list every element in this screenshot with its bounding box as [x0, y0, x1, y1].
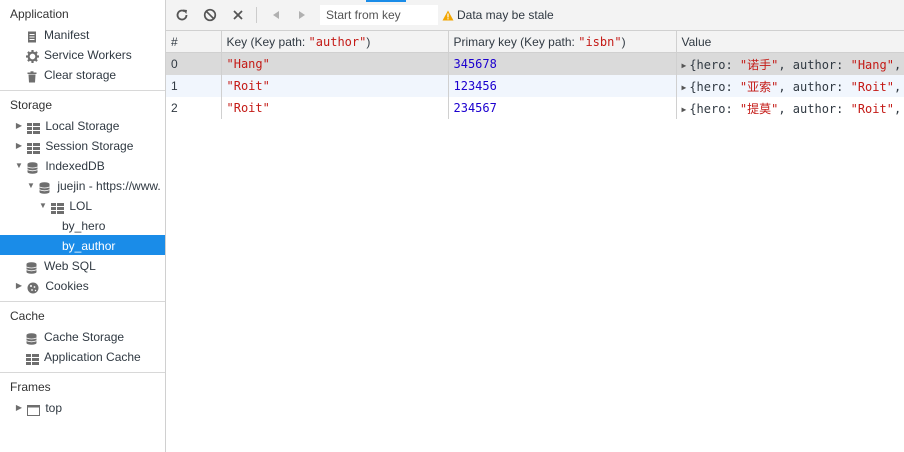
cookie-icon — [27, 280, 41, 294]
cell-primary-key: 234567 — [448, 97, 677, 119]
database-icon — [26, 260, 40, 274]
expand-arrow-icon[interactable]: ▶ — [682, 61, 687, 70]
sidebar-item-label: Clear storage — [44, 67, 117, 82]
expand-arrow-icon[interactable]: ▶ — [14, 116, 24, 136]
sidebar-item-service-workers[interactable]: Service Workers — [0, 44, 165, 64]
sidebar-item-label: Web SQL — [44, 258, 96, 273]
toolbar-separator — [256, 7, 257, 23]
sidebar-item-index-by-author[interactable]: by_author — [0, 235, 165, 255]
sidebar-item-top-frame[interactable]: ▶ top — [0, 397, 165, 417]
sidebar-item-label: LOL — [69, 198, 93, 213]
sidebar-item-cookies[interactable]: ▶ Cookies — [0, 275, 165, 295]
next-page-icon[interactable] — [294, 7, 310, 23]
section-title-cache: Cache — [10, 309, 45, 323]
cell-index: 2 — [166, 97, 222, 119]
grid-icon — [27, 120, 41, 134]
warning-icon — [442, 10, 454, 21]
cell-key: "Roit" — [221, 75, 449, 97]
section-title-frames: Frames — [10, 380, 51, 394]
sidebar-item-database[interactable]: ▼ juejin - https://www. — [0, 175, 165, 195]
database-icon — [26, 331, 40, 345]
table-row[interactable]: 0 "Hang" 345678 ▶ {hero: "诺手", author: "H… — [166, 52, 904, 75]
previous-page-icon[interactable] — [268, 7, 284, 23]
sidebar-item-label: top — [45, 400, 63, 415]
cell-value[interactable]: ▶ {hero: "亚索", author: "Roit", — [676, 75, 904, 97]
column-header-primary-key[interactable]: Primary key (Key path: "isbn") — [448, 31, 677, 53]
header-row: # Key (Key path: "author") Primary key (… — [166, 31, 904, 53]
sidebar-item-label: IndexedDB — [45, 158, 105, 173]
start-from-key-input[interactable] — [320, 5, 438, 25]
collapse-arrow-icon[interactable]: ▼ — [26, 176, 36, 196]
sidebar-item-manifest[interactable]: Manifest — [0, 24, 165, 44]
sidebar-item-label: Session Storage — [45, 138, 134, 153]
toolbar: Data may be stale — [166, 0, 904, 31]
trash-icon — [26, 69, 40, 83]
expand-arrow-icon[interactable]: ▶ — [14, 398, 24, 418]
cell-value[interactable]: ▶ {hero: "诺手", author: "Hang", — [676, 52, 904, 75]
sidebar-item-label: Service Workers — [44, 47, 132, 62]
main-panel: Data may be stale # Key (Key path: "auth… — [166, 0, 904, 452]
column-header-key[interactable]: Key (Key path: "author") — [221, 31, 449, 53]
sidebar-item-web-sql[interactable]: Web SQL — [0, 255, 165, 275]
cell-primary-key: 345678 — [448, 52, 677, 75]
table-row[interactable]: 2 "Roit" 234567 ▶ {hero: "提莫", author: "R… — [166, 97, 904, 119]
stale-warning: Data may be stale — [442, 7, 554, 23]
grid-icon — [26, 351, 40, 365]
collapse-arrow-icon[interactable]: ▼ — [38, 196, 48, 216]
gear-icon — [26, 49, 40, 63]
database-icon — [27, 160, 41, 174]
database-icon — [39, 180, 53, 194]
grid-icon — [51, 200, 65, 214]
frame-icon — [27, 402, 41, 416]
section-title-application: Application — [10, 7, 69, 21]
sidebar-item-label: Application Cache — [44, 349, 141, 364]
sidebar-item-cache-storage[interactable]: Cache Storage — [0, 326, 165, 346]
sidebar-item-clear-storage[interactable]: Clear storage — [0, 64, 165, 84]
sidebar-item-label: Manifest — [44, 27, 90, 42]
sidebar-item-label: Local Storage — [45, 118, 120, 133]
stale-warning-text: Data may be stale — [457, 8, 554, 22]
column-header-index[interactable]: # — [166, 31, 222, 53]
sidebar-item-label: juejin - https://www. — [57, 178, 161, 193]
cell-value[interactable]: ▶ {hero: "提莫", author: "Roit", — [676, 97, 904, 119]
column-header-value[interactable]: Value — [676, 31, 904, 53]
sidebar-item-label: Cache Storage — [44, 329, 125, 344]
section-title-storage: Storage — [10, 98, 53, 112]
data-grid: # Key (Key path: "author") Primary key (… — [166, 31, 904, 119]
cell-key: "Hang" — [221, 52, 449, 75]
sidebar-item-label: Cookies — [45, 278, 89, 293]
table-row[interactable]: 1 "Roit" 123456 ▶ {hero: "亚索", author: "R… — [166, 75, 904, 97]
sidebar: Application Manifest Service Workers Cle… — [0, 0, 166, 452]
divider — [0, 90, 165, 91]
collapse-arrow-icon[interactable]: ▼ — [14, 156, 24, 176]
clear-icon[interactable] — [202, 7, 218, 23]
cell-key: "Roit" — [221, 97, 449, 119]
sidebar-item-local-storage[interactable]: ▶ Local Storage — [0, 115, 165, 135]
sidebar-item-index-by-hero[interactable]: by_hero — [0, 215, 165, 235]
cell-index: 0 — [166, 52, 222, 75]
sidebar-item-application-cache[interactable]: Application Cache — [0, 346, 165, 366]
sidebar-item-label: by_author — [62, 238, 116, 253]
document-icon — [26, 29, 40, 43]
sidebar-item-object-store[interactable]: ▼ LOL — [0, 195, 165, 215]
sidebar-item-indexeddb[interactable]: ▼ IndexedDB — [0, 155, 165, 175]
expand-arrow-icon[interactable]: ▶ — [682, 105, 687, 114]
tab-highlight — [366, 0, 406, 2]
sidebar-item-label: by_hero — [62, 218, 106, 233]
divider — [0, 372, 165, 373]
sidebar-item-session-storage[interactable]: ▶ Session Storage — [0, 135, 165, 155]
refresh-icon[interactable] — [174, 7, 190, 23]
cell-index: 1 — [166, 75, 222, 97]
expand-arrow-icon[interactable]: ▶ — [14, 136, 24, 156]
expand-arrow-icon[interactable]: ▶ — [14, 276, 24, 296]
divider — [0, 301, 165, 302]
cell-primary-key: 123456 — [448, 75, 677, 97]
expand-arrow-icon[interactable]: ▶ — [682, 83, 687, 92]
delete-icon[interactable] — [230, 7, 246, 23]
grid-icon — [27, 140, 41, 154]
